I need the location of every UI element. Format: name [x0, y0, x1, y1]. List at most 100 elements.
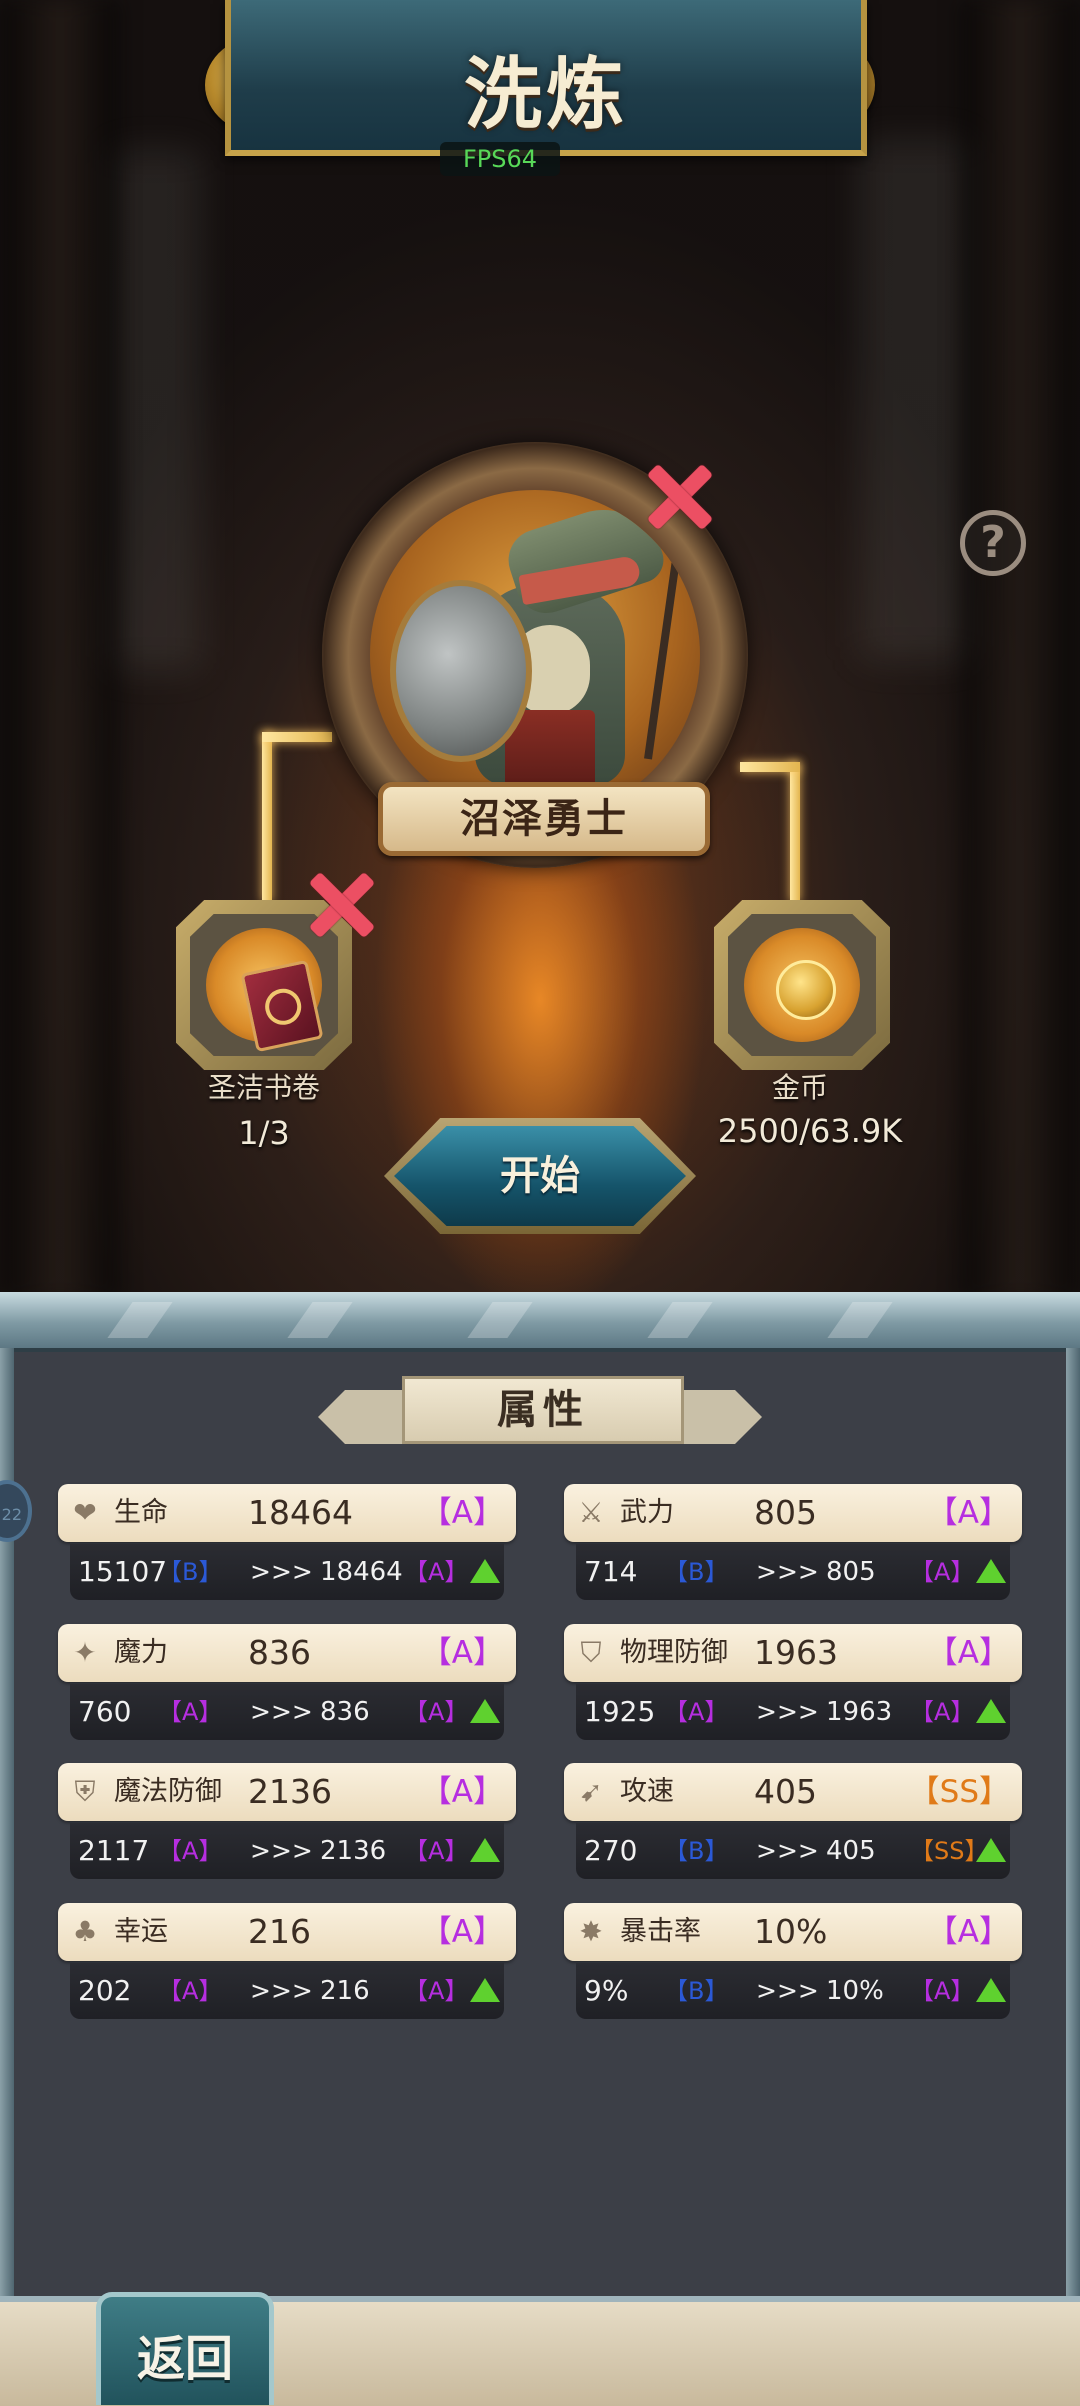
attribute-header: ♣ 幸运 216 【A】 [58, 1903, 516, 1961]
background-window [110, 150, 200, 670]
remove-scroll-icon[interactable] [306, 870, 376, 940]
attribute-grade: 【A】 [926, 1495, 1010, 1531]
title-banner: 洗炼 [225, 0, 867, 156]
old-grade: 【A】 [158, 1837, 223, 1865]
new-value: 216 [320, 1976, 370, 2006]
help-button[interactable]: ? [960, 510, 1026, 576]
attribute-value: 2136 [248, 1772, 332, 1811]
attribute-grade: 【SS】 [908, 1774, 1010, 1810]
attribute-card: ⚔ 武力 805 【A】 714 【B】 >>> 805 【A】 [564, 1484, 1022, 1602]
attribute-card: ⛉ 物理防御 1963 【A】 1925 【A】 >>> 1963 【A】 [564, 1624, 1022, 1742]
gold-label: 金币 [771, 1071, 828, 1104]
attribute-name: 生命 [114, 1497, 168, 1528]
attribute-header: ✸ 暴击率 10% 【A】 [564, 1903, 1022, 1961]
new-value: 10% [826, 1976, 884, 2006]
attribute-header: ❤ 生命 18464 【A】 [58, 1484, 516, 1542]
new-grade: 【A】 [404, 1558, 469, 1586]
attribute-value: 836 [248, 1633, 311, 1672]
new-value: 836 [320, 1697, 370, 1727]
connector-line [262, 732, 332, 742]
shield-image [390, 580, 532, 762]
connector-line [740, 762, 800, 772]
increase-arrow-icon [470, 1559, 500, 1583]
increase-arrow-icon [976, 1978, 1006, 2002]
attribute-header: ⚔ 武力 805 【A】 [564, 1484, 1022, 1542]
connector-line [262, 732, 272, 902]
back-button[interactable]: 返回 [96, 2292, 274, 2405]
magic-shield-icon: ⛨ [74, 1775, 96, 1808]
attribute-card: ✸ 暴击率 10% 【A】 9% 【B】 >>> 10% 【A】 [564, 1903, 1022, 2021]
attribute-change-row: 9% 【B】 >>> 10% 【A】 [576, 1963, 1010, 2019]
attributes-title: 属性 [402, 1376, 684, 1444]
attribute-change-row: 2117 【A】 >>> 2136 【A】 [70, 1823, 504, 1879]
attribute-change-row: 714 【B】 >>> 805 【A】 [576, 1544, 1010, 1600]
attribute-change-row: 1925 【A】 >>> 1963 【A】 [576, 1684, 1010, 1740]
old-value: 202 [78, 1974, 132, 2007]
page-title: 洗炼 [463, 50, 628, 140]
attribute-value: 405 [754, 1772, 817, 1811]
old-grade: 【A】 [664, 1698, 729, 1726]
gold-coin-icon [776, 960, 836, 1020]
increase-arrow-icon [470, 1699, 500, 1723]
old-grade: 【A】 [158, 1698, 223, 1726]
attribute-grade: 【A】 [420, 1635, 504, 1671]
change-arrow: >>> [756, 1697, 819, 1726]
scroll-count: 1/3 [238, 1114, 290, 1152]
background-window [860, 140, 970, 660]
new-grade: 【A】 [404, 1698, 469, 1726]
question-icon: ? [980, 517, 1006, 568]
attribute-value: 18464 [248, 1493, 353, 1532]
shield-icon: ⛉ [580, 1636, 602, 1669]
attack-speed-icon: ➹ [579, 1775, 603, 1808]
background-pillar [0, 0, 120, 1300]
attribute-value: 10% [754, 1912, 828, 1951]
attribute-header: ⛉ 物理防御 1963 【A】 [564, 1624, 1022, 1682]
change-arrow: >>> [250, 1697, 313, 1726]
increase-arrow-icon [470, 1978, 500, 2002]
attribute-name: 攻速 [620, 1776, 674, 1807]
attributes-banner: 属性 [318, 1376, 762, 1448]
new-value: 18464 [320, 1557, 403, 1587]
new-value: 2136 [320, 1836, 387, 1866]
remove-hero-icon[interactable] [644, 462, 714, 532]
attribute-change-row: 202 【A】 >>> 216 【A】 [70, 1963, 504, 2019]
new-value: 405 [826, 1836, 876, 1866]
old-grade: 【B】 [158, 1558, 223, 1586]
attribute-change-row: 15107 【B】 >>> 18464 【A】 [70, 1544, 504, 1600]
old-grade: 【B】 [664, 1558, 729, 1586]
clover-icon: ♣ [72, 1915, 98, 1948]
attribute-header: ⛨ 魔法防御 2136 【A】 [58, 1763, 516, 1821]
old-value: 15107 [78, 1555, 168, 1588]
material-slot-gold[interactable] [714, 900, 890, 1070]
old-value: 1925 [584, 1695, 656, 1728]
attribute-value: 216 [248, 1912, 311, 1951]
change-arrow: >>> [250, 1836, 313, 1865]
attribute-value: 805 [754, 1493, 817, 1532]
gold-amount: 2500/63.9K [717, 1112, 903, 1150]
hero-portrait [370, 490, 700, 820]
attribute-grade: 【A】 [420, 1914, 504, 1950]
back-button-label: 返回 [136, 2331, 233, 2387]
change-arrow: >>> [756, 1976, 819, 2005]
attribute-card: ✦ 魔力 836 【A】 760 【A】 >>> 836 【A】 [58, 1624, 516, 1742]
old-value: 2117 [78, 1834, 150, 1867]
attribute-change-row: 270 【B】 >>> 405 【SS】 [576, 1823, 1010, 1879]
critical-burst-icon: ✸ [579, 1915, 603, 1948]
attribute-name: 暴击率 [620, 1916, 701, 1947]
attribute-name: 魔力 [114, 1637, 168, 1668]
fps-counter: FPS64 [440, 142, 560, 176]
attribute-name: 武力 [620, 1497, 674, 1528]
new-value: 805 [826, 1557, 876, 1587]
panel-frame [0, 1292, 1080, 1352]
start-button[interactable]: 开始 [384, 1118, 696, 1234]
new-grade: 【A】 [404, 1977, 469, 2005]
new-grade: 【A】 [910, 1977, 975, 2005]
start-button-label: 开始 [500, 1153, 580, 1199]
attribute-value: 1963 [754, 1633, 838, 1672]
change-arrow: >>> [250, 1557, 313, 1586]
change-arrow: >>> [250, 1976, 313, 2005]
attribute-name: 幸运 [114, 1916, 168, 1947]
old-grade: 【A】 [158, 1977, 223, 2005]
increase-arrow-icon [976, 1559, 1006, 1583]
old-value: 9% [584, 1974, 629, 2007]
